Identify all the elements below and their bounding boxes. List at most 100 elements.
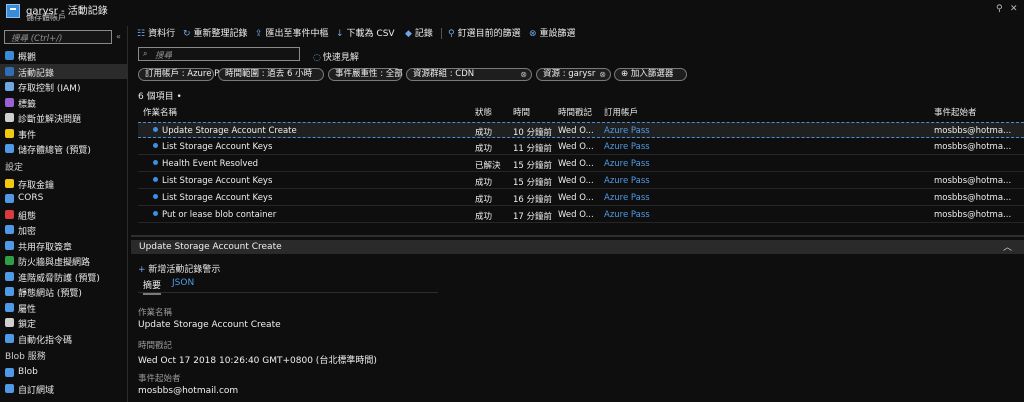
cell-text: Wed O... [558,126,594,136]
activity-search-input[interactable]: ⌕ 搜尋 [138,47,300,61]
cell-text: 15 分鐘前 [513,161,553,171]
wrench-icon [5,113,14,122]
sidebar-item[interactable]: 診斷並解決問題 [0,110,127,125]
sidebar-item[interactable]: 存取金鑰 [0,176,127,191]
filter-pill[interactable]: 資源 : garysr ⊗ [536,68,611,81]
collapse-detail-icon[interactable]: ︿ [1003,240,1012,253]
close-icon[interactable]: ✕ [1010,4,1018,14]
cell-name: Put or lease blob container [153,210,276,220]
cell-subscription[interactable]: Azure Pass [604,193,650,203]
sidebar-item[interactable]: Blob [0,365,127,380]
sidebar-search-placeholder: 搜尋 (Ctrl+/) [11,34,63,44]
pin-button[interactable]: ⚲ 釘選目前的篩選 [448,26,521,40]
filter-pill[interactable]: 時間範圍 : 過去 6 小時 [218,68,324,81]
sidebar-item[interactable]: 進階威脅防護 (預覽) [0,269,127,284]
logs-button[interactable]: ◆ 記錄 [405,26,433,40]
sidebar-item-label: 進階威脅防護 (預覽) [18,273,100,284]
table-row[interactable]: Update Storage Account Create 成功 10 分鐘前 Wed… [138,122,1024,138]
table-row[interactable]: Put or lease blob container 成功 17 分鐘前 Wed O… [138,207,1024,223]
pin-window-icon[interactable]: ⚲ [996,4,1003,14]
info-icon [153,160,158,165]
sidebar-item[interactable]: 自訂網域 [0,381,127,396]
toolbar-button-label: 重設篩選 [539,29,576,39]
reset-filter-button[interactable]: ⊗ 重設篩選 [529,26,576,40]
cell-text: 15 分鐘前 [513,178,553,188]
sidebar-item[interactable]: 共用存取簽章 [0,238,127,253]
field-value-timestamp: Wed Oct 17 2018 10:26:40 GMT+0800 (台北標準時… [138,356,377,366]
filter-pill[interactable]: 資源群組 : CDN ⊗ [406,68,532,81]
download-button[interactable]: ↓ 下載為 CSV [336,26,395,40]
column-header[interactable]: 時間戳記 [558,106,592,118]
storage-explorer-icon [5,144,14,153]
collapse-sidebar-icon[interactable]: « [116,32,121,41]
field-label-timestamp: 時間戳記 [138,341,173,351]
sidebar-item-label: 防火牆與虛擬網路 [18,258,91,268]
sidebar-item[interactable]: 組態 [0,207,127,222]
sidebar-item[interactable]: 靜態網站 (預覽) [0,284,127,299]
cell-name: List Storage Account Keys [153,176,272,186]
cell-text: Wed O... [558,159,594,169]
table-row[interactable]: Health Event Resolved 已解決 15 分鐘前 Wed O... Az… [138,156,1024,172]
splitter[interactable] [131,235,1024,237]
sidebar-item[interactable]: CORS [0,191,127,206]
export-button[interactable]: ⇪ 匯出至事件中樞 [255,26,329,40]
column-header[interactable]: 時間 [513,106,530,118]
column-header[interactable]: 狀態 [475,106,492,118]
cell-text: mosbbs@hotma... [934,126,1012,136]
sidebar-item[interactable]: 屬性 [0,300,127,315]
cell-initiator: mosbbs@hotma... [934,176,1011,186]
sidebar-search-input[interactable]: 搜尋 (Ctrl+/) [4,30,112,44]
table-row[interactable]: List Storage Account Keys 成功 16 分鐘前 Wed O..… [138,190,1024,206]
firewall-icon [5,256,14,265]
filter-pill[interactable]: 事件嚴重性 : 全部 [328,68,403,81]
new-activity-alert-link[interactable]: + 新增活動記錄警示 [138,262,220,275]
add-filter-button[interactable]: ⊕ 加入篩選器 [614,68,687,81]
toolbar-button-label: 記錄 [414,29,433,39]
sidebar-item[interactable]: 概觀 [0,48,127,63]
remove-filter-icon[interactable]: ⊗ [520,69,527,80]
detail-header: Update Storage Account Create ︿ [131,240,1024,254]
table-row[interactable]: List Storage Account Keys 成功 11 分鐘前 Wed O..… [138,139,1024,155]
sidebar-item[interactable]: 存取控制 (IAM) [0,79,127,94]
cell-time: 16 分鐘前 [513,193,552,205]
cell-text: mosbbs@hotma... [934,176,1012,186]
search-icon: ⌕ [143,49,148,58]
sidebar-item[interactable]: 自動化指令碼 [0,331,127,346]
cell-subscription[interactable]: Azure Pass [604,142,650,152]
pin-icon: ⚲ [448,29,455,39]
cell-time: 15 分鐘前 [513,159,552,171]
info-icon [153,177,158,182]
filter-pill-label: 資源 : garysr [543,69,596,79]
columns-button[interactable]: ☷ 資料行 [137,26,175,40]
cell-name: Health Event Resolved [153,159,258,169]
cell-subscription[interactable]: Azure Pass [604,159,650,169]
quick-insights-link[interactable]: ◌ 快速見解 [313,50,359,63]
cell-initiator: mosbbs@hotma... [934,193,1011,203]
sidebar-item[interactable]: 儲存體總管 (預覽) [0,141,127,156]
field-label-initiator: 事件起始者 [138,374,181,384]
sidebar-item[interactable]: 防火牆與虛擬網路 [0,253,127,268]
column-header[interactable]: 訂用帳戶 [604,106,638,118]
cell-text: mosbbs@hotma... [934,193,1012,203]
add-filter-label: 加入篩選器 [630,69,674,79]
column-header[interactable]: 事件起始者 [934,106,977,118]
sidebar-item[interactable]: 標籤 [0,95,127,110]
sidebar-item[interactable]: 加密 [0,222,127,237]
sidebar-item[interactable]: 鎖定 [0,315,127,330]
cell-subscription[interactable]: Azure Pass [604,126,650,136]
download-icon: ↓ [336,29,344,39]
sidebar-item[interactable]: 活動記錄 [0,63,127,79]
remove-filter-icon[interactable]: ⊗ [599,69,606,80]
sidebar-item-label: Blob [18,367,38,377]
sidebar-item-label: 事件 [18,130,37,141]
refresh-button[interactable]: ↻ 重新整理記錄 [183,26,248,40]
cell-text: Wed O... [558,176,594,186]
filter-pill[interactable]: 訂用帳戶 : Azure Pass [138,68,233,81]
table-row[interactable]: List Storage Account Keys 成功 15 分鐘前 Wed O..… [138,173,1024,189]
cell-subscription[interactable]: Azure Pass [604,210,650,220]
tab-json[interactable]: JSON [172,278,194,290]
cell-subscription[interactable]: Azure Pass [604,176,650,186]
cell-status: 成功 [475,176,492,188]
column-header[interactable]: 作業名稱 [143,106,177,118]
sidebar-item[interactable]: 事件 [0,126,127,141]
